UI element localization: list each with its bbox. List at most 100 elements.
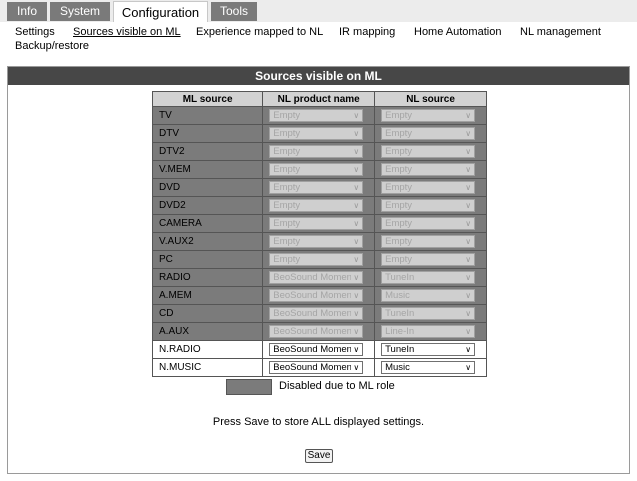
nl-source-select: TuneIn ∨ <box>381 307 476 320</box>
nl-source-cell: Empty ∨ <box>374 160 487 179</box>
ml-source-cell: V.MEM <box>151 160 264 179</box>
nl-product-cell: Empty ∨ <box>262 214 376 233</box>
ml-source-cell: N.RADIO <box>151 340 264 359</box>
nl-source-select-value: Empty <box>385 146 413 157</box>
chevron-down-icon: ∨ <box>465 219 472 228</box>
table-row: CAMERA Empty ∨ Empty ∨ <box>151 214 487 233</box>
subnav-experience-mapped-to-nl[interactable]: Experience mapped to NL <box>196 24 323 40</box>
top-tab-bar: Info System Configuration Tools <box>0 0 637 22</box>
nl-product-select-value: Empty <box>273 110 301 121</box>
table-row: V.MEM Empty ∨ Empty ∨ <box>151 160 487 179</box>
nl-product-cell: Empty ∨ <box>262 178 376 197</box>
nl-product-select: Empty ∨ <box>269 109 364 122</box>
chevron-down-icon: ∨ <box>353 165 360 174</box>
chevron-down-icon: ∨ <box>353 291 360 300</box>
ml-source-cell: A.AUX <box>151 322 264 341</box>
nl-source-cell: Line-In ∨ <box>374 322 487 341</box>
chevron-down-icon: ∨ <box>465 345 472 354</box>
table-row: N.RADIO BeoSound Moment ∨ TuneIn ∨ <box>151 340 487 359</box>
subnav-ir-mapping[interactable]: IR mapping <box>339 24 395 40</box>
nl-product-select-value: Empty <box>273 200 301 211</box>
chevron-down-icon: ∨ <box>465 165 472 174</box>
nl-source-select: Empty ∨ <box>381 163 476 176</box>
subnav-home-automation[interactable]: Home Automation <box>414 24 501 40</box>
legend-text: Disabled due to ML role <box>279 380 395 392</box>
nl-source-select-value: Music <box>385 362 410 373</box>
nl-source-cell: Empty ∨ <box>374 196 487 215</box>
nl-source-select-value: Empty <box>385 200 413 211</box>
table-header-row: ML source NL product name NL source <box>151 91 487 107</box>
header-nl-source: NL source <box>374 91 487 107</box>
nl-product-select: Empty ∨ <box>269 253 364 266</box>
nl-product-select-value: BeoSound Moment <box>273 290 352 301</box>
ml-source-cell: A.MEM <box>151 286 264 305</box>
legend-disabled-swatch <box>226 379 272 395</box>
sources-table: ML source NL product name NL source TV E… <box>151 91 487 377</box>
nl-source-select-value: Empty <box>385 110 413 121</box>
table-row: DTV2 Empty ∨ Empty ∨ <box>151 142 487 161</box>
nl-product-cell: Empty ∨ <box>262 142 376 161</box>
chevron-down-icon: ∨ <box>353 255 360 264</box>
nl-product-cell: BeoSound Moment ∨ <box>262 304 376 323</box>
nl-product-cell: Empty ∨ <box>262 106 376 125</box>
subnav-nl-management[interactable]: NL management <box>520 24 601 40</box>
nl-source-select[interactable]: Music ∨ <box>381 361 476 374</box>
ml-source-cell: DTV2 <box>151 142 264 161</box>
chevron-down-icon: ∨ <box>465 291 472 300</box>
save-button[interactable]: Save <box>305 449 333 463</box>
nl-source-select-value: Empty <box>385 218 413 229</box>
nl-source-cell: TuneIn ∨ <box>374 340 487 359</box>
chevron-down-icon: ∨ <box>465 273 472 282</box>
nl-product-select: Empty ∨ <box>269 145 364 158</box>
chevron-down-icon: ∨ <box>353 183 360 192</box>
nl-source-cell: Empty ∨ <box>374 142 487 161</box>
chevron-down-icon: ∨ <box>465 363 472 372</box>
chevron-down-icon: ∨ <box>353 309 360 318</box>
nl-product-select-value: Empty <box>273 164 301 175</box>
subnav-backup-restore[interactable]: Backup/restore <box>15 38 89 54</box>
header-ml-source: ML source <box>151 91 264 107</box>
nl-source-select: Empty ∨ <box>381 145 476 158</box>
nl-product-cell: BeoSound Moment ∨ <box>262 286 376 305</box>
nl-source-select: Line-In ∨ <box>381 325 476 338</box>
nl-source-cell: Empty ∨ <box>374 214 487 233</box>
nl-source-select[interactable]: TuneIn ∨ <box>381 343 476 356</box>
nl-source-select-value: Empty <box>385 182 413 193</box>
nl-product-select[interactable]: BeoSound Moment ∨ <box>269 343 364 356</box>
chevron-down-icon: ∨ <box>465 237 472 246</box>
ml-source-cell: DTV <box>151 124 264 143</box>
chevron-down-icon: ∨ <box>353 345 360 354</box>
nl-source-cell: Empty ∨ <box>374 250 487 269</box>
nl-product-select: Empty ∨ <box>269 217 364 230</box>
nl-source-cell: Empty ∨ <box>374 178 487 197</box>
chevron-down-icon: ∨ <box>353 237 360 246</box>
nl-product-select[interactable]: BeoSound Moment ∨ <box>269 361 364 374</box>
nl-product-select-value: BeoSound Moment <box>273 362 352 373</box>
nl-source-select: Empty ∨ <box>381 109 476 122</box>
nl-source-select-value: Empty <box>385 236 413 247</box>
nl-source-select: Empty ∨ <box>381 199 476 212</box>
ml-source-cell: TV <box>151 106 264 125</box>
nl-source-cell: TuneIn ∨ <box>374 268 487 287</box>
ml-source-cell: N.MUSIC <box>151 358 264 377</box>
tab-info[interactable]: Info <box>7 2 47 21</box>
tab-tools[interactable]: Tools <box>211 2 257 21</box>
nl-product-select: BeoSound Moment ∨ <box>269 271 364 284</box>
nl-product-select-value: Empty <box>273 236 301 247</box>
nl-source-select: Empty ∨ <box>381 181 476 194</box>
nl-product-select-value: Empty <box>273 254 301 265</box>
nl-source-cell: Empty ∨ <box>374 232 487 251</box>
tab-system[interactable]: System <box>50 2 110 21</box>
nl-product-select-value: BeoSound Moment <box>273 308 352 319</box>
nl-source-select-value: Music <box>385 290 410 301</box>
panel-title: Sources visible on ML <box>8 67 629 85</box>
nl-product-cell: Empty ∨ <box>262 124 376 143</box>
nl-product-cell: Empty ∨ <box>262 160 376 179</box>
nl-source-cell: TuneIn ∨ <box>374 304 487 323</box>
tab-configuration[interactable]: Configuration <box>113 1 208 22</box>
nl-source-select-value: Empty <box>385 254 413 265</box>
chevron-down-icon: ∨ <box>353 147 360 156</box>
nl-product-cell: Empty ∨ <box>262 232 376 251</box>
nl-source-select-value: TuneIn <box>385 272 415 283</box>
nl-source-select-value: Empty <box>385 164 413 175</box>
